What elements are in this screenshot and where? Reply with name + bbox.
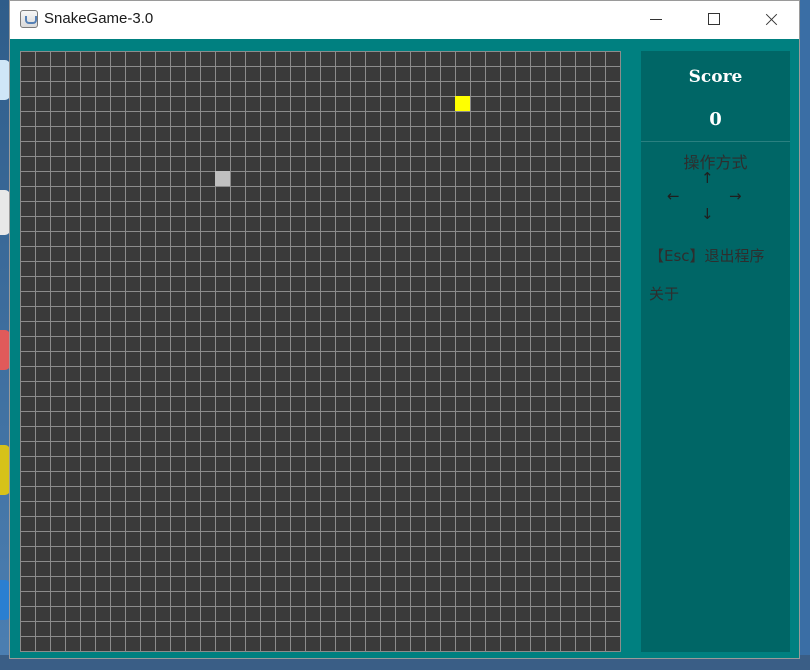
game-board[interactable] [20, 51, 621, 652]
arrow-up-icon: ↑ [701, 169, 714, 187]
info-panel: Score 0 操作方式 ↑ ← → ↓ 【Esc】退出程序 关于 [641, 51, 790, 652]
minimize-button[interactable] [626, 1, 684, 39]
arrow-left-icon: ← [667, 187, 680, 205]
panel-divider [641, 141, 790, 142]
close-button[interactable] [742, 1, 800, 39]
food-pellet [455, 96, 470, 111]
snake-head [215, 171, 230, 186]
arrow-down-icon: ↓ [701, 205, 714, 223]
controls-title: 操作方式 [683, 153, 748, 172]
java-app-icon [20, 10, 38, 28]
esc-exit-hint: 【Esc】退出程序 [649, 247, 765, 265]
score-value: 0 [709, 109, 722, 130]
game-content: Score 0 操作方式 ↑ ← → ↓ 【Esc】退出程序 关于 [10, 39, 799, 658]
score-label: Score [688, 67, 743, 87]
maximize-button[interactable] [684, 1, 742, 39]
about-link[interactable]: 关于 [649, 283, 679, 304]
game-window: SnakeGame-3.0 Score 0 操作方式 ↑ ← → ↓ 【Esc】… [9, 0, 800, 659]
arrow-right-icon: → [729, 187, 742, 205]
title-bar[interactable]: SnakeGame-3.0 [10, 1, 799, 39]
window-title: SnakeGame-3.0 [44, 10, 154, 27]
